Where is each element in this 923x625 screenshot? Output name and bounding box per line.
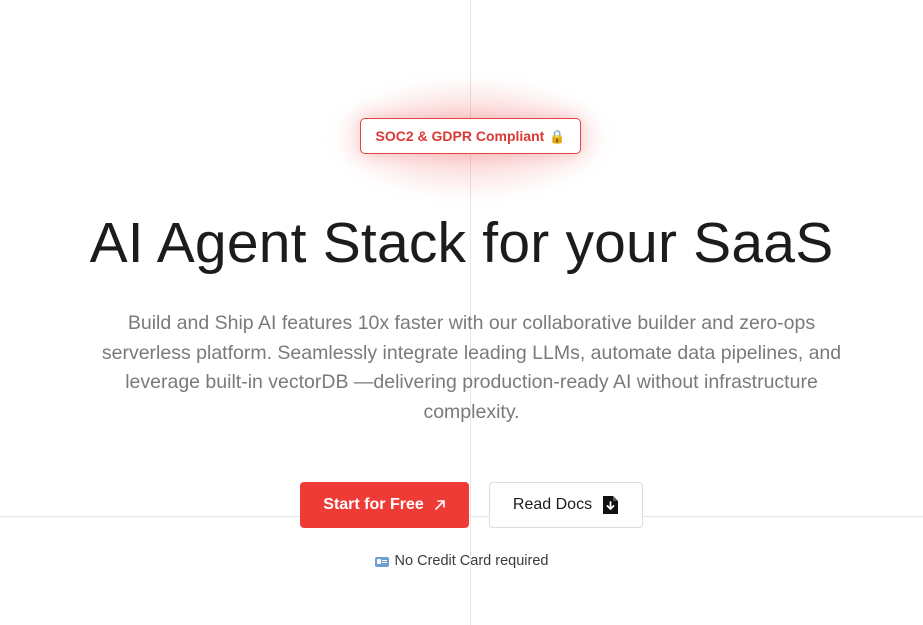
hero-subtitle: Build and Ship AI features 10x faster wi… xyxy=(101,312,842,423)
landing-page: SOC2 & GDPR Compliant 🔒 AI Agent Stack f… xyxy=(0,0,923,625)
compliance-badge-label: SOC2 & GDPR Compliant xyxy=(375,128,545,144)
hero-title: AI Agent Stack for your SaaS xyxy=(89,211,834,275)
read-docs-label: Read Docs xyxy=(512,496,593,513)
file-download-icon xyxy=(602,495,619,515)
start-for-free-button[interactable]: Start for Free xyxy=(300,482,469,528)
id-card-icon xyxy=(374,557,389,567)
compliance-badge: SOC2 & GDPR Compliant 🔒 xyxy=(360,118,581,154)
start-for-free-label: Start for Free xyxy=(323,496,424,513)
no-credit-card-label: No Credit Card required xyxy=(394,553,549,569)
no-credit-card-note: No Credit Card required xyxy=(0,553,923,569)
lock-icon: 🔒 xyxy=(549,128,566,144)
read-docs-button[interactable]: Read Docs xyxy=(489,482,643,528)
arrow-up-right-icon xyxy=(434,499,446,511)
